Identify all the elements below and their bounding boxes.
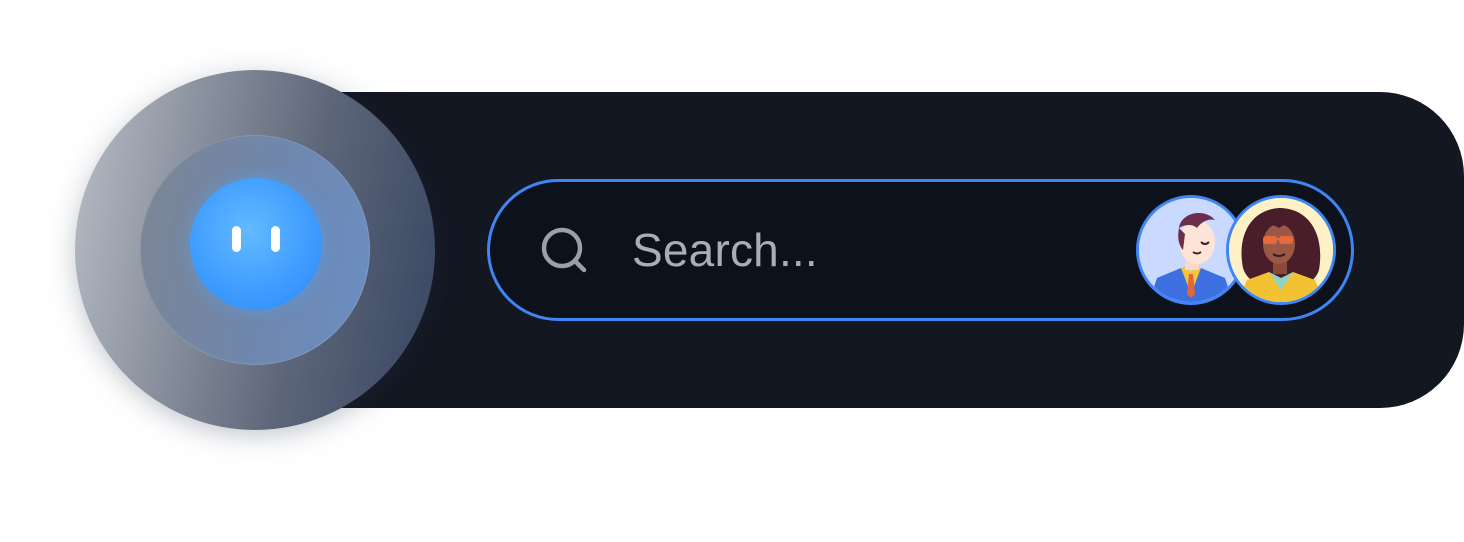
avatar-woman-sunglasses[interactable] [1226,195,1336,305]
search-placeholder: Search... [632,224,818,276]
search-input[interactable]: Search... [487,179,1354,321]
orb-right-eye [271,226,280,252]
assistant-orb-icon[interactable] [190,178,322,310]
orb-left-eye [232,226,241,252]
search-icon [538,224,598,284]
search-widget: Search... [0,0,1464,542]
